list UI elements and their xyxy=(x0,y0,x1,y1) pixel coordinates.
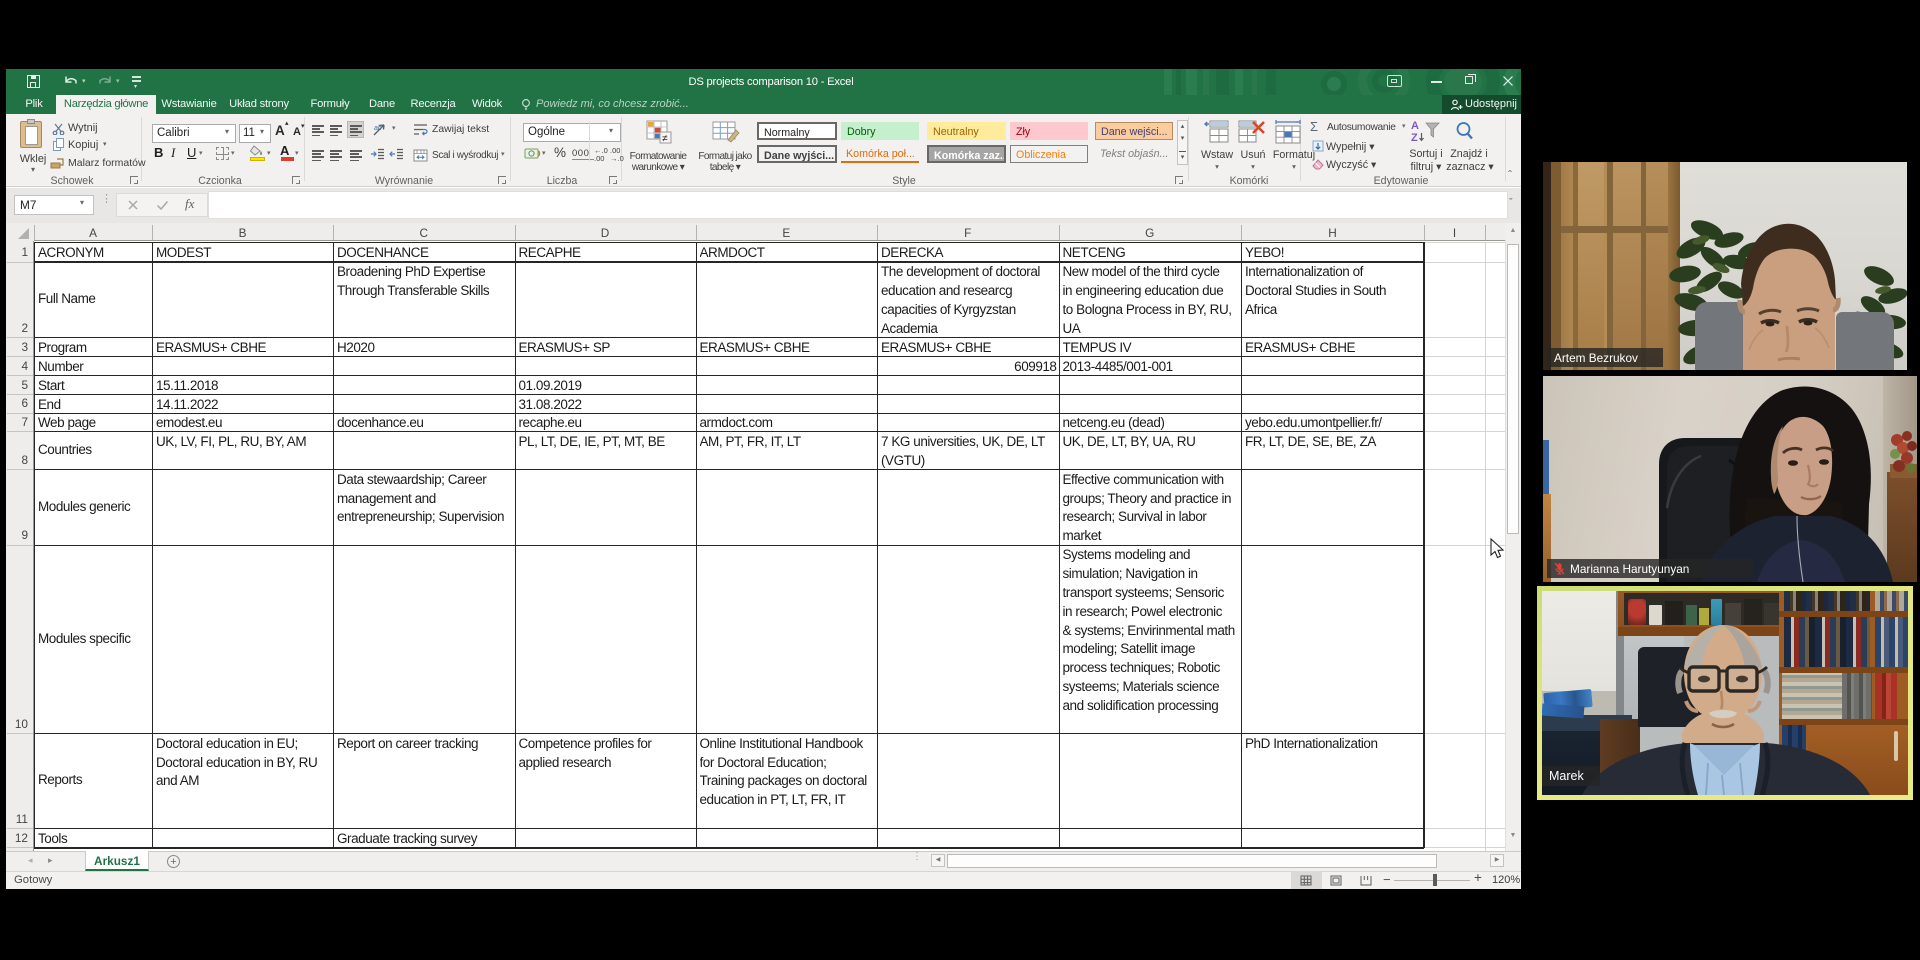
svg-text:≠: ≠ xyxy=(662,134,668,145)
svg-text:Z: Z xyxy=(1411,132,1418,143)
svg-text:ab: ab xyxy=(374,125,382,132)
svg-text:A: A xyxy=(1411,120,1419,132)
